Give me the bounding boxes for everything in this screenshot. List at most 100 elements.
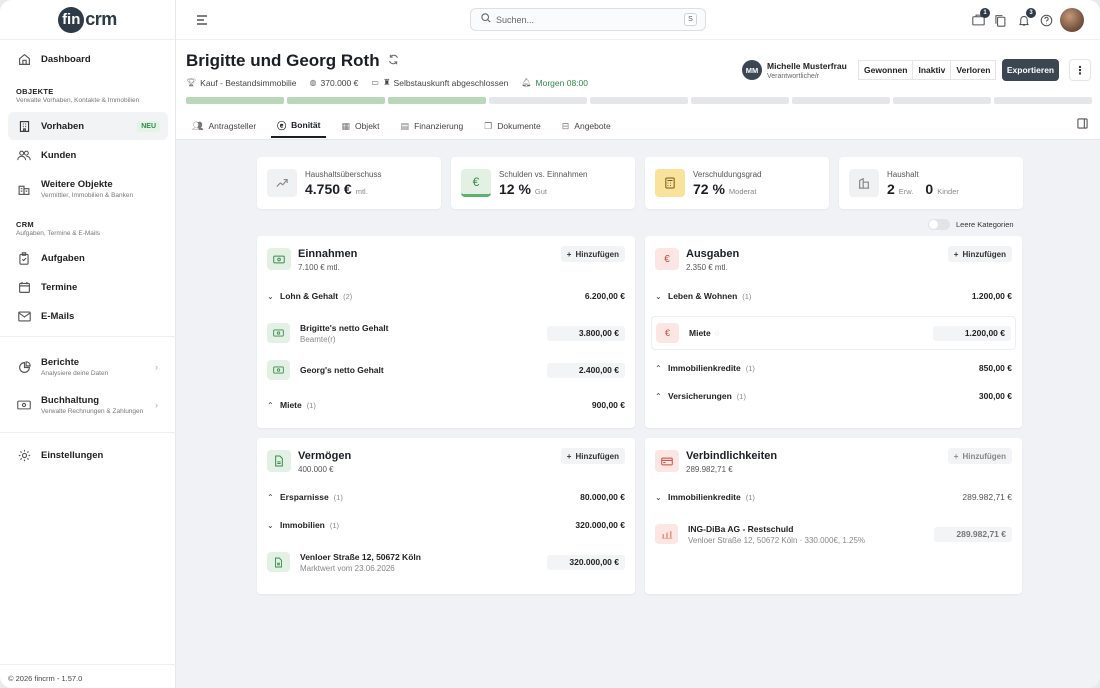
sidebar-item-berichte[interactable]: Berichte Analysiere deine Daten › [8, 353, 168, 381]
gear-icon [16, 447, 32, 463]
kpi-title: Schulden vs. Einnahmen [499, 169, 588, 179]
progress-step[interactable] [388, 97, 486, 104]
sidebar-item-buchhaltung[interactable]: Buchhaltung Verwalte Rechnungen & Zahlun… [8, 391, 168, 419]
empty-categories-toggle[interactable]: Leere Kategorien [928, 219, 1014, 230]
group-immobilienkredite[interactable]: ⌃ Immobilienkredite (1) 850,00 € [645, 359, 1022, 377]
sidebar-item-einstellungen[interactable]: Einstellungen [8, 441, 168, 469]
export-button[interactable]: Exportieren [1002, 59, 1059, 81]
card-title: Verbindlichkeiten [686, 450, 778, 462]
kpi-unit: mtl. [355, 186, 368, 196]
add-einnahme-button[interactable]: + Hinzufügen [560, 246, 625, 262]
tabs: 👥︎ Antragsteller ⓔ Bonität ▦ Objekt ▤ Finanz… [186, 114, 626, 138]
tab-dokumente[interactable]: ❐ Dokumente [478, 114, 547, 138]
item-value: 289.982,71 € [934, 526, 1012, 542]
more-options-icon[interactable]: ⋮ [1069, 59, 1091, 81]
bell-icon[interactable]: 3 [1016, 8, 1036, 28]
status-button-group: Gewonnen Inaktiv Verloren [858, 60, 997, 80]
owner-avatar: MM [742, 60, 762, 80]
progress-step[interactable] [893, 97, 991, 104]
group-leben-wohnen[interactable]: ⌄ Leben & Wohnen (1) 1.200,00 € [645, 287, 1022, 305]
tab-label: Finanzierung [414, 121, 464, 131]
logo[interactable]: fin crm [0, 0, 175, 40]
lost-button[interactable]: Verloren [950, 60, 997, 80]
kpi-haushaltsueberschuss: Haushaltsüberschuss 4.750 € mtl. [257, 157, 441, 209]
money-icon [16, 397, 32, 413]
progress-step[interactable] [691, 97, 789, 104]
kpi-title: Haushalt [887, 169, 919, 179]
page-title: Brigitte und Georg Roth [186, 51, 380, 70]
group-ersparnisse[interactable]: ⌃ Ersparnisse (1) 80.000,00 € [257, 488, 635, 506]
sidebar-item-termine[interactable]: Termine [8, 273, 168, 301]
sidebar-item-emails[interactable]: E-Mails [8, 302, 168, 330]
inactive-button[interactable]: Inaktiv [912, 60, 952, 80]
group-miete[interactable]: ⌃ Miete (1) 900,00 € [257, 396, 635, 414]
list-item[interactable]: € Miete ◌ 1.200,00 € [651, 316, 1016, 350]
toggle-switch[interactable] [928, 219, 950, 230]
search-icon [481, 13, 491, 26]
kpi-value-adults: 2 [887, 180, 895, 197]
kpi-value: 2 Erw. 0 Kinder [887, 181, 959, 197]
card-einnahmen: Einnahmen 7.100 € mtl. + Hinzufügen ⌄ Loh… [257, 236, 635, 428]
sidebar-item-sub: Vermittler, Immobilien & Banken [41, 192, 134, 199]
notification-badge: 3 [1026, 8, 1036, 18]
toggle-label: Leere Kategorien [956, 220, 1014, 229]
group-versicherungen[interactable]: ⌃ Versicherungen (1) 300,00 € [645, 387, 1022, 405]
menu-icon[interactable] [194, 12, 210, 28]
sidebar-item-label: Dashboard [41, 53, 91, 65]
meta-reminder[interactable]: 🔔︎ Morgen 08:00 [521, 78, 588, 88]
document-icon [267, 552, 290, 572]
add-verbindlichkeit-button[interactable]: + Hinzufügen [947, 448, 1012, 464]
won-button[interactable]: Gewonnen [858, 60, 914, 80]
briefcase-icon[interactable]: 1 [970, 8, 990, 28]
progress-step[interactable] [994, 97, 1092, 104]
sidebar-item-label: Vorhaben [41, 120, 85, 132]
kpi-unit: Gut [534, 186, 548, 196]
owner[interactable]: MM Michelle Musterfrau Verantwortliche/r [742, 60, 847, 80]
list-item[interactable]: Georg's netto Gehalt 2.400,00 € [257, 353, 635, 387]
search-input[interactable] [496, 14, 676, 25]
tab-angebote[interactable]: ⊟ Angebote [556, 114, 617, 138]
progress-step[interactable] [489, 97, 587, 104]
sidebar-item-dashboard[interactable]: Dashboard [8, 45, 168, 73]
plus-icon: + [566, 451, 572, 461]
group-immobilienkredite[interactable]: ⌄ Immobilienkredite (1) 289.982,71 € [645, 488, 1022, 506]
user-avatar[interactable] [1060, 8, 1084, 32]
help-icon[interactable] [1038, 12, 1054, 28]
group-lohn-gehalt[interactable]: ⌄ Lohn & Gehalt (2) 6.200,00 € [257, 287, 635, 305]
tab-antragsteller[interactable]: 👥︎ Antragsteller [186, 114, 262, 138]
group-label: Lohn & Gehalt [280, 291, 339, 301]
group-count: (1) [745, 363, 755, 373]
add-ausgabe-button[interactable]: + Hinzufügen [947, 246, 1012, 262]
group-count: (1) [736, 391, 746, 401]
progress-step[interactable] [186, 97, 284, 104]
group-immobilien[interactable]: ⌄ Immobilien (1) 320.000,00 € [257, 516, 635, 534]
users-icon [16, 147, 32, 163]
progress-step[interactable] [590, 97, 688, 104]
tab-finanzierung[interactable]: ▤ Finanzierung [395, 114, 470, 138]
search-box[interactable]: S [470, 8, 706, 31]
copy-icon[interactable] [992, 12, 1008, 28]
add-vermoegen-button[interactable]: + Hinzufügen [560, 448, 625, 464]
list-item[interactable]: Brigitte's netto Gehalt Beamte(r) 3.800,… [257, 316, 635, 350]
pie-chart-icon [16, 359, 32, 375]
sidebar-toggle-icon[interactable] [1077, 118, 1088, 132]
list-item[interactable]: Venloer Straße 12, 50672 Köln Marktwert … [257, 545, 635, 579]
group-label: Versicherungen [668, 391, 732, 401]
tab-objekt[interactable]: ▦ Objekt [335, 114, 385, 138]
sidebar-item-weitere-objekte[interactable]: Weitere Objekte Vermittler, Immobilien &… [8, 175, 168, 203]
card-subtitle: 2.350 € mtl. [686, 263, 728, 272]
progress-step[interactable] [287, 97, 385, 104]
progress-step[interactable] [792, 97, 890, 104]
refresh-icon[interactable] [388, 54, 399, 68]
sidebar-item-vorhaben[interactable]: Vorhaben NEU [8, 112, 168, 140]
tab-bonitaet[interactable]: ⓔ Bonität [271, 114, 327, 138]
section-sub-crm: Aufgaben, Termine & E-Mails [16, 230, 101, 237]
list-item[interactable]: ING-DiBa AG - Restschuld Venloer Straße … [645, 517, 1022, 551]
section-title-crm: CRM [16, 220, 34, 229]
sidebar-item-aufgaben[interactable]: Aufgaben [8, 244, 168, 272]
sidebar-item-kunden[interactable]: Kunden [8, 141, 168, 169]
group-count: (2) [343, 291, 353, 301]
trophy-icon: 🏆︎ [186, 78, 197, 87]
kpi-value: 4.750 € mtl. [305, 181, 381, 197]
calculator-icon [655, 169, 685, 197]
